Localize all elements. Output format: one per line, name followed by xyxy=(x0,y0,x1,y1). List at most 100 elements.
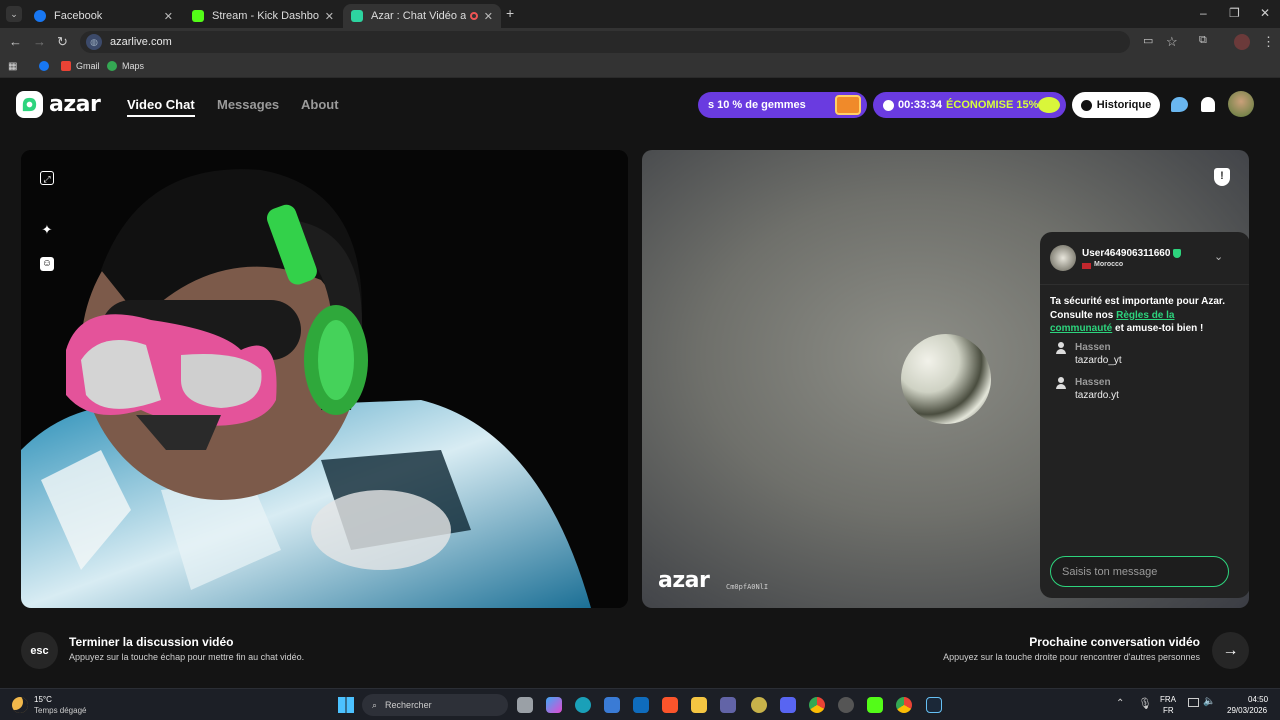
weather-status[interactable]: Temps dégagé xyxy=(34,706,86,715)
task-view-icon[interactable] xyxy=(517,697,533,713)
bookmarks-bar: ▦ Gmail Maps xyxy=(0,56,1280,78)
message-author: Hassen xyxy=(1075,342,1111,353)
clock-time[interactable]: 04:50 xyxy=(1248,695,1268,704)
close-icon[interactable]: ✕ xyxy=(484,10,493,23)
bookmark-facebook[interactable] xyxy=(39,61,54,71)
timer-text: 00:33:34 xyxy=(898,99,943,111)
azar-logo-icon xyxy=(16,91,43,118)
chat-panel: User464906311660 Morocco ⌄ Ta sécurité e… xyxy=(1040,232,1249,598)
bookmark-gmail[interactable]: Gmail xyxy=(61,61,100,71)
offer-text: ÉCONOMISE 15% xyxy=(946,99,1039,111)
magic-wand-icon[interactable]: ✦ xyxy=(40,223,54,237)
brave-icon[interactable] xyxy=(662,697,678,713)
chrome-icon[interactable] xyxy=(896,697,912,713)
partner-avatar[interactable] xyxy=(1050,245,1076,271)
close-window-icon[interactable]: ✕ xyxy=(1260,6,1270,20)
chat-divider xyxy=(1040,284,1249,285)
clock-date[interactable]: 29/03/2026 xyxy=(1227,706,1267,715)
store-icon[interactable] xyxy=(604,697,620,713)
tab-azar[interactable]: Azar : Chat Vidéo avec de n ✕ xyxy=(343,4,501,28)
facebook-icon xyxy=(39,61,49,71)
tab-search-icon[interactable]: ⌄ xyxy=(6,6,22,22)
chat-message: Hassen tazardo.yt xyxy=(1056,377,1119,401)
bell-icon[interactable] xyxy=(1201,97,1215,112)
tab-kick[interactable]: Stream - Kick Dashboard ✕ xyxy=(184,4,342,28)
azar-logo[interactable]: azar xyxy=(16,91,101,118)
minimize-icon[interactable]: – xyxy=(1200,6,1207,20)
user-avatar[interactable] xyxy=(1228,91,1254,117)
partner-country: Morocco xyxy=(1094,261,1124,268)
gems-promo-button[interactable]: s 10 % de gemmes xyxy=(698,92,867,118)
windows-taskbar: 15°C Temps dégagé ⌕ Rechercher ⌃ 🎙 FRA F… xyxy=(0,688,1280,720)
search-placeholder: Rechercher xyxy=(385,700,432,710)
taskbar-search[interactable]: ⌕ Rechercher xyxy=(362,694,508,716)
site-info-icon[interactable]: ◍ xyxy=(86,34,102,50)
lang-primary[interactable]: FRA xyxy=(1160,695,1176,704)
profile-avatar[interactable] xyxy=(1234,34,1250,50)
display-icon[interactable] xyxy=(1188,698,1199,707)
bookmark-maps[interactable]: Maps xyxy=(107,61,144,71)
app-icon[interactable] xyxy=(751,697,767,713)
treasure-chest-icon xyxy=(835,95,861,115)
next-chat-button[interactable]: → xyxy=(1212,632,1249,669)
chrome-icon[interactable] xyxy=(809,697,825,713)
steam-icon[interactable] xyxy=(926,697,942,713)
url-field[interactable]: ◍ azarlive.com xyxy=(80,31,1130,53)
close-icon[interactable]: ✕ xyxy=(325,10,334,23)
azar-icon xyxy=(351,10,363,22)
esc-key-button[interactable]: esc xyxy=(21,632,58,669)
tab-facebook[interactable]: Facebook ✕ xyxy=(26,4,181,28)
microphone-icon[interactable]: 🎙 xyxy=(1138,697,1152,710)
discord-icon[interactable] xyxy=(780,697,796,713)
nav-video-chat[interactable]: Video Chat xyxy=(127,97,195,117)
new-tab-button[interactable]: + xyxy=(506,5,514,21)
windows-start-icon[interactable] xyxy=(338,697,354,713)
bookmark-star-icon[interactable]: ☆ xyxy=(1166,34,1178,50)
explorer-icon[interactable] xyxy=(691,697,707,713)
azar-app: azar Video Chat Messages About s 10 % de… xyxy=(0,78,1280,688)
close-icon[interactable]: ✕ xyxy=(164,10,173,23)
menu-icon[interactable]: ⋮ xyxy=(1262,34,1275,50)
country-flag-icon xyxy=(1082,263,1091,269)
weather-icon[interactable] xyxy=(12,697,28,713)
next-chat-hint: Appuyez sur la touche droite pour rencon… xyxy=(943,652,1200,662)
face-filter-icon[interactable]: ☺ xyxy=(40,257,54,271)
chevron-down-icon[interactable]: ⌄ xyxy=(1214,250,1223,263)
local-video-pane: ⤢ ✦ ☺ xyxy=(21,150,628,608)
user-icon xyxy=(1056,377,1066,389)
edge-icon[interactable] xyxy=(575,697,591,713)
back-icon[interactable]: ← xyxy=(9,34,22,49)
chat-bubble-icon[interactable] xyxy=(1171,97,1188,112)
copilot-icon[interactable] xyxy=(546,697,562,713)
promo-prefix: s xyxy=(708,99,715,111)
timer-offer-button[interactable]: 00:33:34 ÉCONOMISE 15% xyxy=(873,92,1066,118)
local-video-feed xyxy=(21,150,628,608)
maximize-icon[interactable]: ❐ xyxy=(1229,6,1240,20)
teams-icon[interactable] xyxy=(720,697,736,713)
lang-secondary[interactable]: FR xyxy=(1163,706,1174,715)
expand-icon[interactable]: ⤢ xyxy=(40,171,54,185)
kick-icon[interactable] xyxy=(867,697,883,713)
maps-icon xyxy=(107,61,117,71)
volume-icon[interactable]: 🔈 xyxy=(1203,696,1215,707)
nav-messages[interactable]: Messages xyxy=(217,97,279,112)
forward-icon[interactable]: → xyxy=(33,34,46,49)
outlook-icon[interactable] xyxy=(633,697,649,713)
end-chat-title: Terminer la discussion vidéo xyxy=(69,635,234,649)
partner-username: User464906311660 xyxy=(1082,248,1171,259)
shield-icon[interactable]: ! xyxy=(1214,168,1230,186)
install-icon[interactable]: ▭ xyxy=(1143,34,1153,47)
extensions-icon[interactable]: ⧉ xyxy=(1199,34,1207,47)
history-button[interactable]: Historique xyxy=(1072,92,1160,118)
apps-icon[interactable]: ▦ xyxy=(8,61,17,72)
app-icon[interactable] xyxy=(838,697,854,713)
history-icon xyxy=(1080,99,1092,111)
arrow-right-icon: → xyxy=(1222,641,1239,659)
reload-icon[interactable]: ↻ xyxy=(57,34,68,50)
message-input[interactable] xyxy=(1050,556,1229,587)
recording-icon xyxy=(469,12,478,20)
weather-temp[interactable]: 15°C xyxy=(34,695,52,704)
tray-chevron-icon[interactable]: ⌃ xyxy=(1116,698,1124,709)
nav-about[interactable]: About xyxy=(301,97,339,112)
kick-icon xyxy=(192,10,204,22)
